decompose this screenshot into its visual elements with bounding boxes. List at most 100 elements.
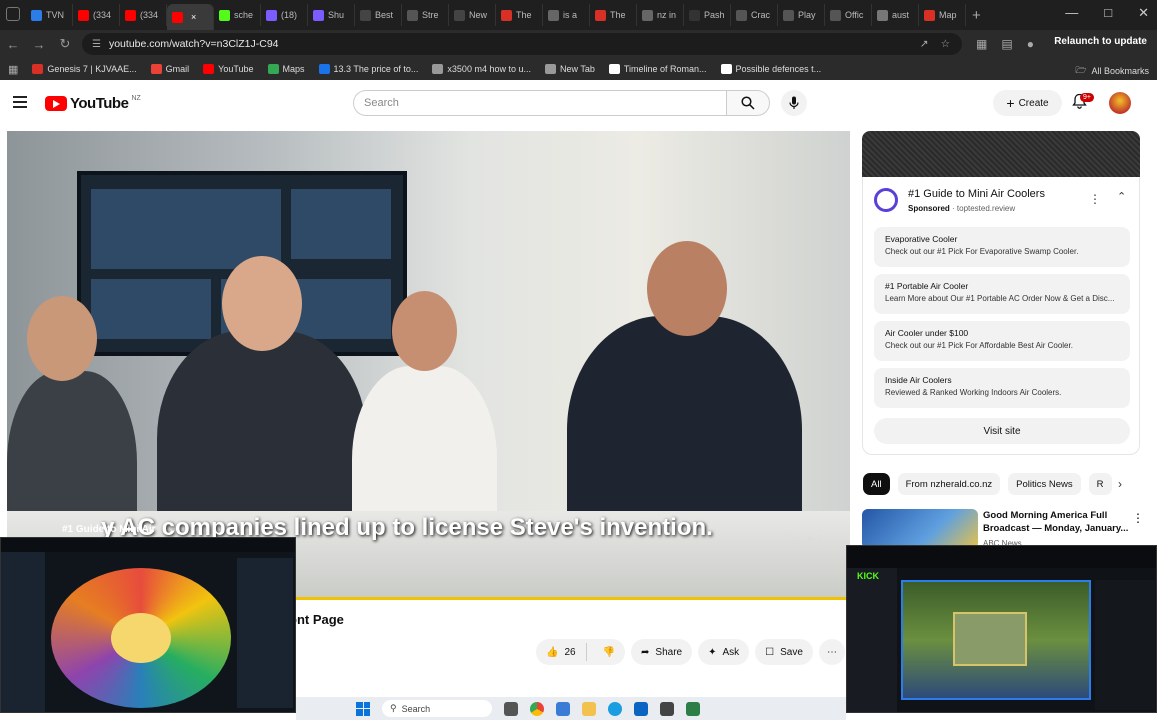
maximize-icon[interactable]: □ [1104, 5, 1112, 21]
menu-icon[interactable] [13, 96, 27, 108]
relaunch-button[interactable]: Relaunch to update [1054, 36, 1147, 47]
video-player[interactable]: y AC companies lined up to license Steve… [7, 131, 850, 600]
new-tab-icon[interactable]: + [972, 7, 981, 24]
photos-icon[interactable] [556, 701, 570, 716]
youtube-logo[interactable]: YouTube NZ [45, 95, 141, 112]
recommended-video-title[interactable]: Good Morning America Full Broadcast — Mo… [983, 509, 1131, 535]
bookmark-item[interactable]: x3500 m4 how to u... [432, 64, 531, 74]
all-bookmarks-button[interactable]: 🗁 All Bookmarks [1075, 63, 1149, 79]
bookmark-item[interactable]: YouTube [203, 64, 254, 74]
filter-chip[interactable]: Politics News [1008, 473, 1081, 495]
browser-tab[interactable]: The [496, 4, 543, 26]
tab-search-icon[interactable] [6, 7, 20, 21]
browser-tab[interactable]: Stre [402, 4, 449, 26]
minimize-icon[interactable]: — [1065, 5, 1078, 21]
browser-tab[interactable]: Play [778, 4, 825, 26]
filter-chip[interactable]: All [863, 473, 890, 495]
dislike-button[interactable]: 👎 [593, 647, 625, 658]
close-window-icon[interactable]: ✕ [1138, 5, 1149, 21]
ad-sitelink[interactable]: Evaporative Cooler Check out our #1 Pick … [874, 227, 1130, 267]
slot-game-image [901, 580, 1091, 700]
create-button[interactable]: + Create [993, 90, 1062, 116]
tab-active[interactable]: × [167, 4, 214, 30]
app-icon[interactable] [686, 701, 700, 716]
browser-tab[interactable]: is a [543, 4, 590, 26]
video-menu-icon[interactable]: ⋮ [1132, 511, 1144, 525]
browser-tab[interactable]: Crac [731, 4, 778, 26]
overlay-stream-window-left[interactable] [0, 537, 296, 713]
close-tab-icon[interactable]: × [191, 12, 196, 22]
browser-tab[interactable]: Offic [825, 4, 872, 26]
filter-chip[interactable]: R [1088, 473, 1112, 495]
apps-icon[interactable]: ▦ [8, 63, 18, 76]
taskbar-search-input[interactable]: ⚲ Search [382, 700, 492, 717]
windows-start-icon[interactable] [356, 701, 370, 716]
bookmark-item[interactable]: Maps [267, 64, 305, 74]
browser-tab[interactable]: nz in [637, 4, 684, 26]
bookmark-item[interactable]: Timeline of Roman... [608, 64, 707, 74]
browser-tab[interactable]: Map [919, 4, 966, 26]
ad-banner-image[interactable] [862, 131, 1140, 177]
more-actions-button[interactable]: ⋯ [818, 639, 845, 665]
overlay-stream-window-right[interactable]: KICK [846, 545, 1157, 713]
bookmark-item[interactable]: Possible defences t... [720, 64, 821, 74]
address-bar: ← → ↻ ☰ youtube.com/watch?v=n3ClZ1J-C94 … [0, 30, 1157, 58]
forward-icon[interactable]: → [26, 37, 52, 52]
folder-icon: 🗁 [1075, 65, 1087, 75]
edge-icon[interactable] [608, 701, 622, 716]
browser-tab[interactable]: (334 [73, 4, 120, 26]
back-icon[interactable]: ← [0, 37, 26, 52]
bookmark-item[interactable]: Gmail [150, 64, 189, 74]
skip-ad-button[interactable]: Skip ▶❙ [785, 534, 823, 545]
share-button[interactable]: ➦ Share [631, 639, 693, 665]
browser-tab[interactable]: aust [872, 4, 919, 26]
task-view-icon[interactable] [504, 701, 518, 716]
ad-sitelink[interactable]: Inside Air Coolers Reviewed & Ranked Work… [874, 368, 1130, 408]
reload-icon[interactable]: ↻ [52, 36, 78, 52]
bookmark-favicon-icon [267, 64, 279, 74]
browser-tab[interactable]: Best [355, 4, 402, 26]
avatar[interactable] [1109, 92, 1131, 114]
bookmark-star-icon[interactable]: ☆ [941, 38, 950, 50]
install-icon[interactable]: ↗ [920, 38, 929, 50]
browser-tab[interactable]: New [449, 4, 496, 26]
browser-tab[interactable]: TVN [26, 4, 73, 26]
site-info-icon[interactable]: ☰ [92, 39, 101, 50]
browser-tab[interactable]: Pash [684, 4, 731, 26]
search-input[interactable]: Search [353, 90, 726, 116]
bookmark-item[interactable]: 13.3 The price of to... [318, 64, 418, 74]
search-button[interactable] [726, 90, 770, 116]
ad-sitelink[interactable]: #1 Portable Air Cooler Learn More about O… [874, 274, 1130, 314]
collapse-chevron-icon[interactable]: ⌃ [1117, 190, 1126, 203]
bookmark-item[interactable]: New Tab [544, 64, 595, 74]
voice-search-button[interactable] [781, 90, 807, 116]
chevron-right-icon[interactable]: › [1118, 477, 1122, 491]
filter-chip[interactable]: From nzherald.co.nz [897, 473, 1001, 495]
sidepanel-icon[interactable]: ▤ [1001, 37, 1012, 51]
video-thumbnail[interactable] [862, 509, 978, 549]
calculator-icon[interactable] [660, 701, 674, 716]
browser-tab[interactable]: The [590, 4, 637, 26]
ask-button[interactable]: ✦ Ask [698, 639, 750, 665]
like-button[interactable]: 👍 26 [536, 643, 587, 661]
file-explorer-icon[interactable] [582, 701, 596, 716]
video-actions: 👍 26 👎 ➦ Share ✦ Ask ☐ Save ⋯ [536, 639, 845, 665]
browser-tab[interactable]: sche [214, 4, 261, 26]
chrome-icon[interactable] [530, 701, 544, 716]
ad-sitelink[interactable]: Air Cooler under $100 Check out our #1 Pi… [874, 321, 1130, 361]
extensions-icon[interactable]: ▦ [976, 37, 987, 51]
visit-site-button[interactable]: Visit site [874, 418, 1130, 444]
browser-tab[interactable]: Shu [308, 4, 355, 26]
ad-menu-icon[interactable]: ⋮ [1089, 192, 1101, 206]
bookmark-item[interactable]: Genesis 7 | KJVAAE... [32, 64, 137, 74]
browser-tab[interactable]: (18) [261, 4, 308, 26]
recommended-video[interactable]: Good Morning America Full Broadcast — Mo… [862, 509, 1147, 549]
tab-favicon-icon [877, 9, 888, 21]
save-button[interactable]: ☐ Save [755, 639, 813, 665]
profile-icon[interactable]: ● [1027, 37, 1034, 51]
browser-tab[interactable]: (334 [120, 4, 167, 26]
url-field[interactable]: ☰ youtube.com/watch?v=n3ClZ1J-C94 ↗ ☆ [82, 33, 962, 55]
outlook-icon[interactable] [634, 701, 648, 716]
share-label: Share [655, 646, 683, 658]
ad-title[interactable]: #1 Guide to Mini Air Coolers [908, 188, 1045, 200]
